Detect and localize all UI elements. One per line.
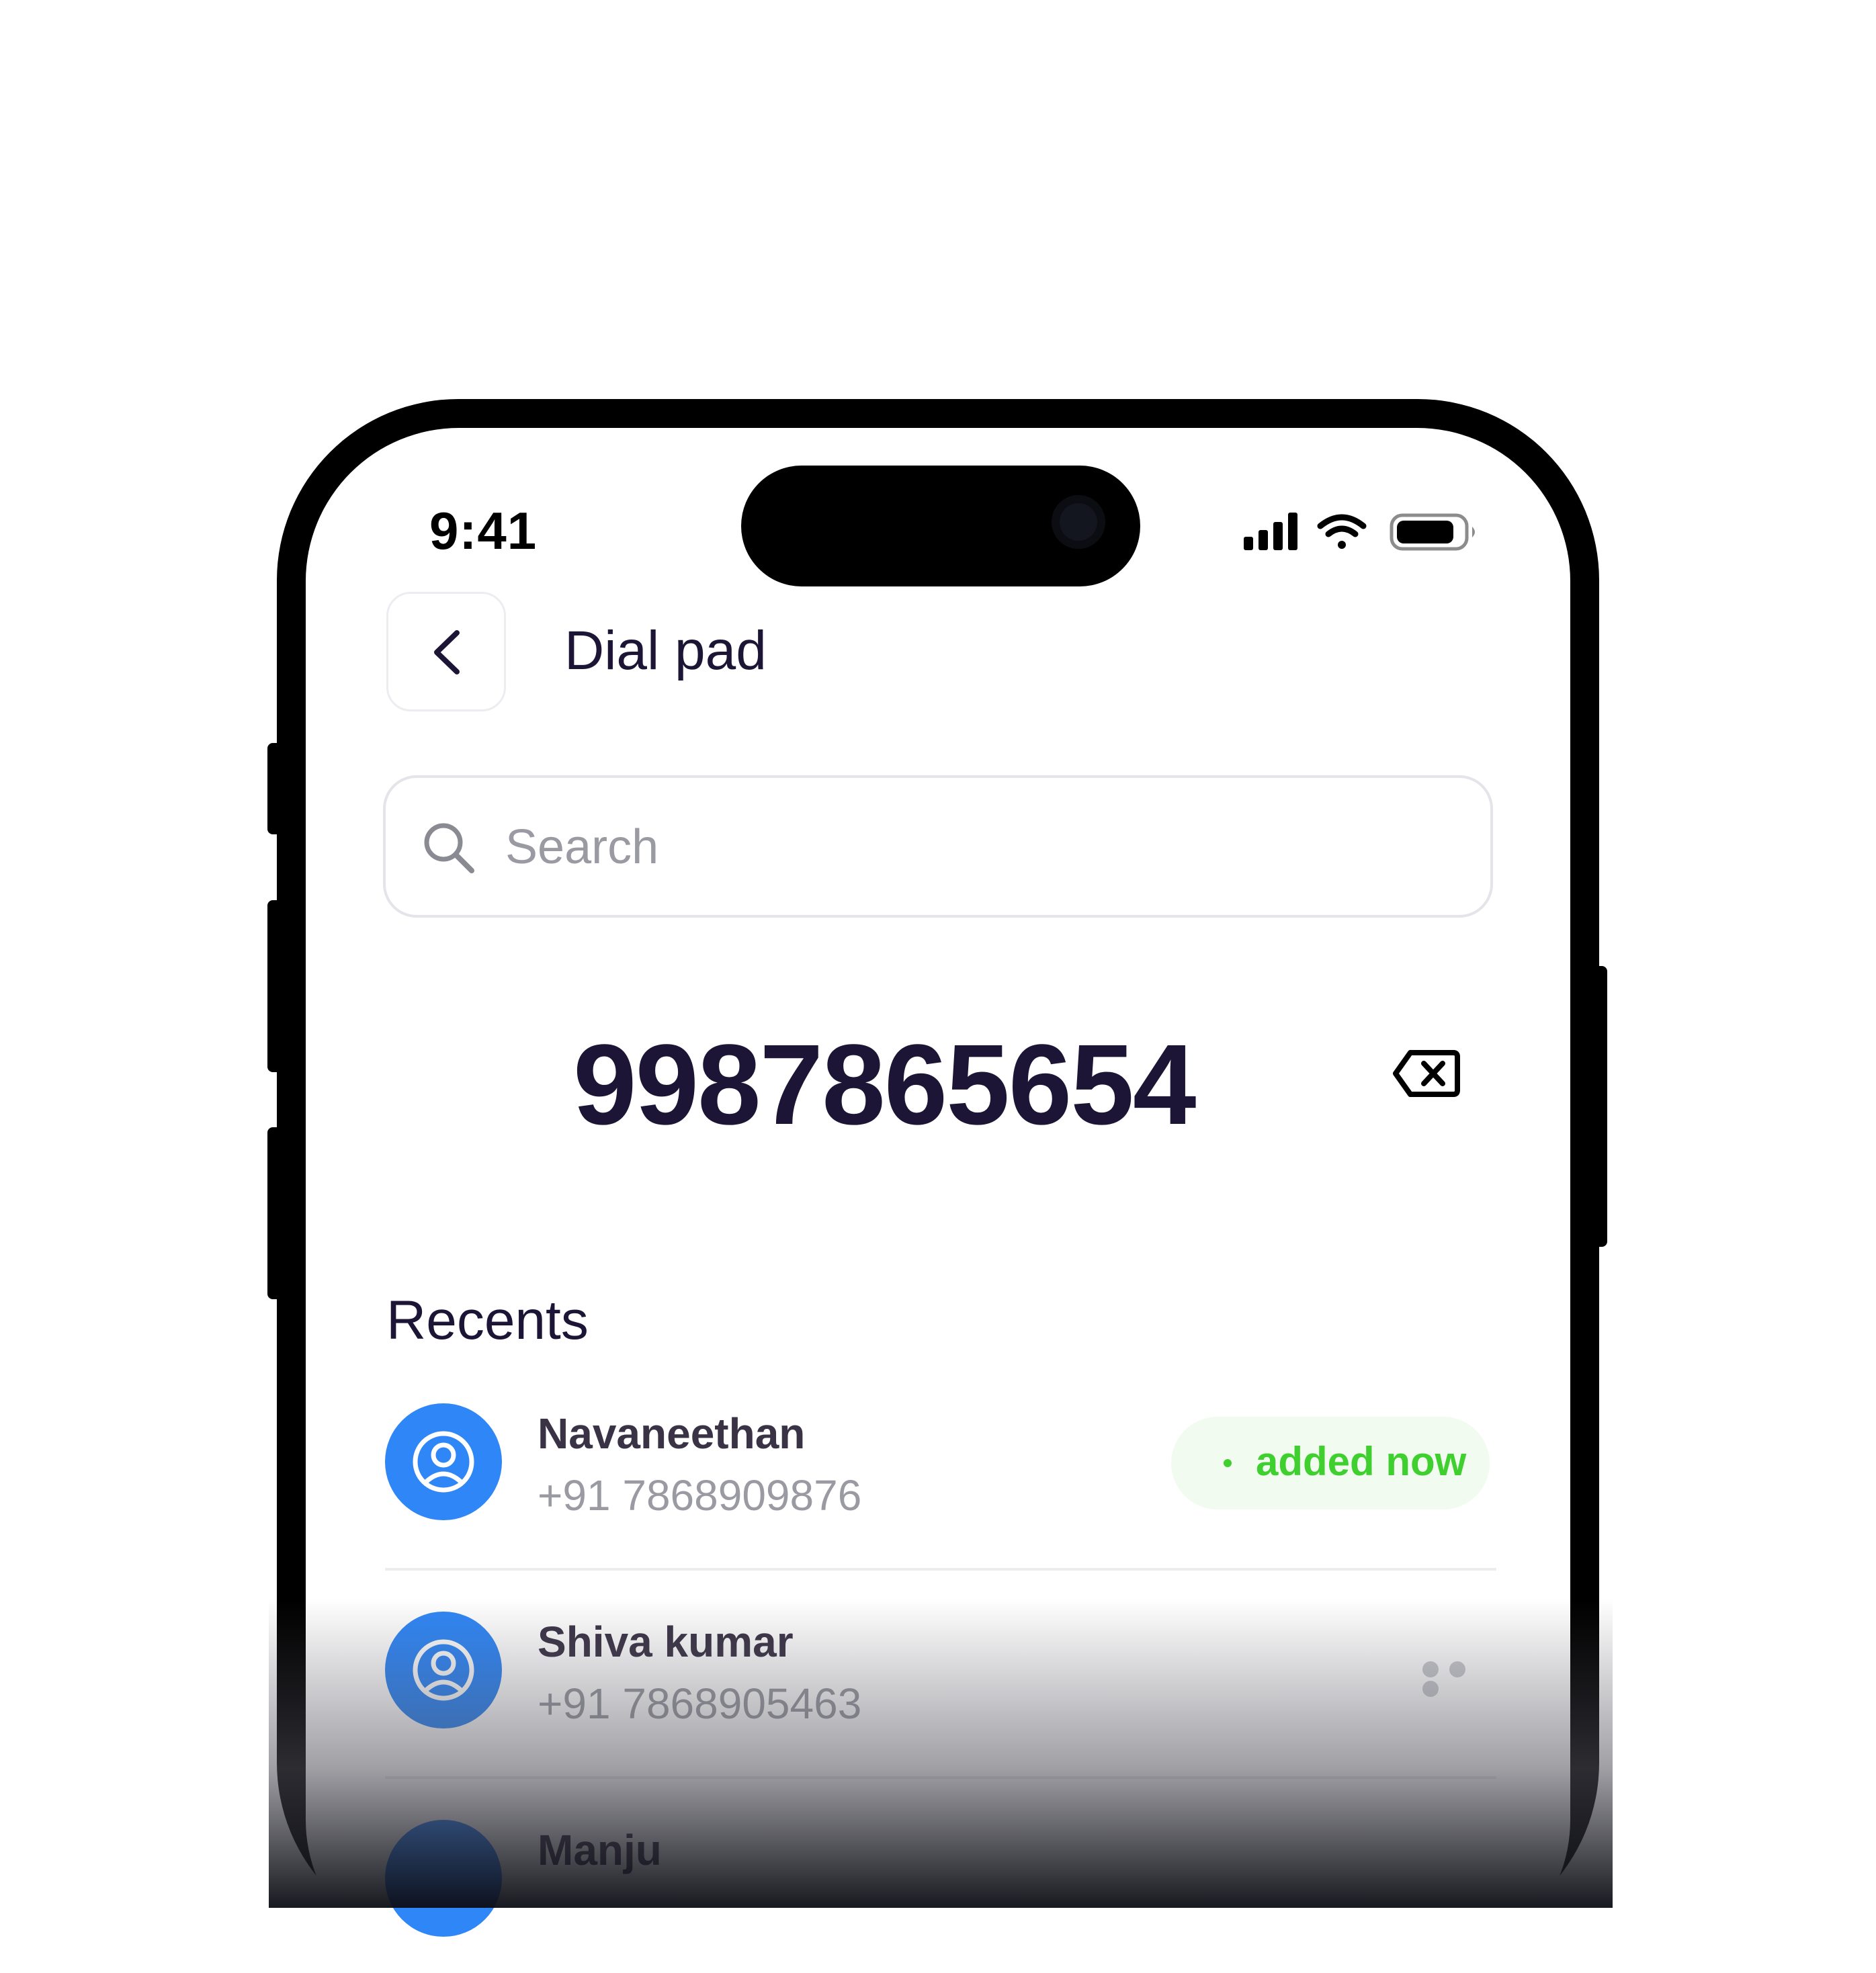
wifi-icon	[1317, 514, 1367, 549]
status-badge: added now	[1171, 1417, 1490, 1509]
contact-phone: +91 7868909876	[538, 1471, 862, 1520]
list-item[interactable]: Manju	[385, 1820, 1496, 1973]
camera-icon	[1052, 495, 1105, 549]
recents-heading: Recents	[386, 1290, 589, 1351]
user-icon	[413, 1431, 474, 1493]
phone-screen: 9:41 Dial pad 9987865654	[306, 428, 1570, 1973]
user-icon	[413, 1639, 474, 1701]
contact-phone: +91 7868905463	[538, 1679, 862, 1728]
list-item[interactable]: Shiva kumar +91 7868905463	[385, 1612, 1496, 1773]
back-chevron-icon	[434, 630, 460, 674]
badge-dot-icon	[1224, 1459, 1232, 1467]
backspace-icon[interactable]	[1392, 1049, 1461, 1098]
avatar	[385, 1612, 502, 1728]
search-icon	[424, 823, 474, 873]
list-item[interactable]: Navaneethan +91 7868909876 added now	[385, 1403, 1496, 1565]
avatar	[385, 1820, 502, 1937]
badge-label: added now	[1256, 1439, 1467, 1484]
divider	[385, 1568, 1496, 1571]
avatar	[385, 1403, 502, 1520]
dialed-number: 9987865654	[573, 1021, 1196, 1149]
battery-icon	[1390, 513, 1475, 551]
more-icon[interactable]	[1422, 1661, 1496, 1700]
divider	[385, 1776, 1496, 1779]
contact-name: Navaneethan	[538, 1409, 806, 1458]
contact-name: Manju	[538, 1826, 662, 1874]
page-title: Dial pad	[564, 620, 767, 681]
search-box[interactable]	[383, 775, 1493, 918]
status-time: 9:41	[429, 501, 538, 560]
status-icons	[1244, 513, 1475, 551]
search-input[interactable]	[504, 805, 1447, 889]
back-button[interactable]	[386, 592, 506, 711]
signal-icon	[1244, 513, 1297, 550]
contact-name: Shiva kumar	[538, 1618, 794, 1666]
